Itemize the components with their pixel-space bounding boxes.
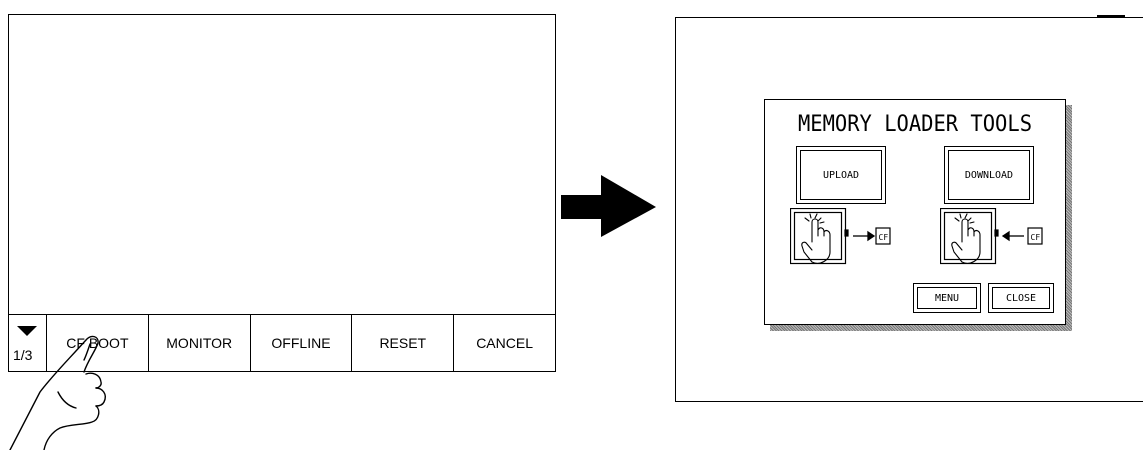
menu-label: MENU [934,292,960,304]
menu-button[interactable]: MENU [913,283,981,313]
right-screen-edge-mark [1097,15,1125,17]
download-touch-illustration: CF [940,208,1043,265]
monitor-button[interactable]: MONITOR [149,315,251,371]
offline-button[interactable]: OFFLINE [251,315,353,371]
left-touch-panel-screen: 1/3 CF BOOT MONITOR OFFLINE RESET CANCEL [8,14,556,372]
reset-button[interactable]: RESET [352,315,455,371]
dialog-title: MEMORY LOADER TOOLS [797,112,1033,137]
pointing-hand-icon [9,335,106,450]
cancel-button[interactable]: CANCEL [454,315,555,371]
download-label: DOWNLOAD [964,169,1014,181]
download-button[interactable]: DOWNLOAD [944,146,1034,204]
arrow-right-icon [561,175,656,237]
close-button[interactable]: CLOSE [988,283,1054,313]
upload-cf-label: CF [879,233,889,242]
download-cf-label: CF [1031,233,1041,242]
close-label: CLOSE [1005,292,1037,304]
upload-label: UPLOAD [822,169,860,181]
upload-button[interactable]: UPLOAD [796,146,886,204]
upload-touch-illustration: CF [790,208,891,265]
